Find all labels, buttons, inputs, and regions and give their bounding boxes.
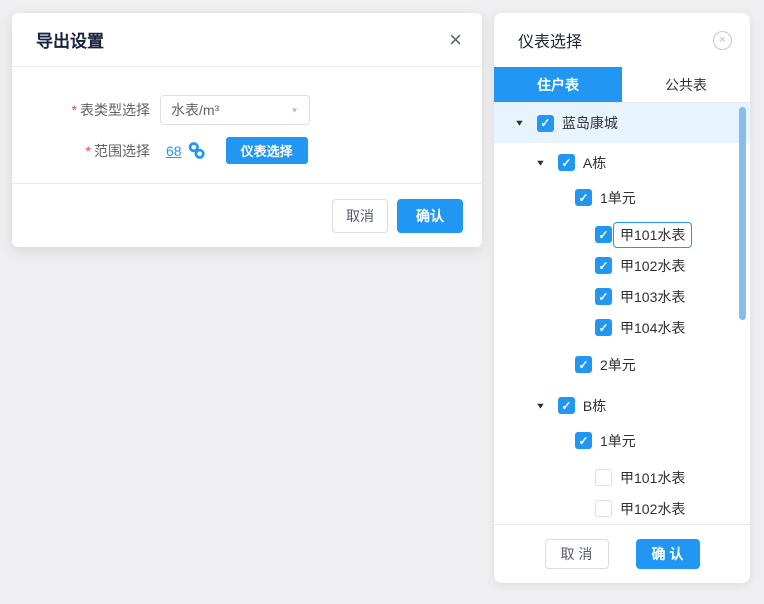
checkbox-checked[interactable]: ✓: [595, 226, 612, 243]
circle-close-icon[interactable]: ×: [713, 31, 732, 50]
checkbox-checked[interactable]: ✓: [575, 432, 592, 449]
export-dialog-footer: 取消 确认: [12, 183, 482, 247]
tree-confirm-button[interactable]: 确 认: [636, 539, 700, 569]
export-dialog-header: 导出设置 ×: [12, 13, 482, 67]
tree-node-label[interactable]: 甲103水表: [620, 290, 685, 304]
required-mark: *: [86, 143, 91, 159]
tree-node-label[interactable]: 甲102水表: [620, 502, 685, 516]
tree-node[interactable]: ✓ 1单元: [494, 425, 750, 456]
tree-node-label[interactable]: 甲104水表: [620, 321, 685, 335]
tree-node[interactable]: ✓ 2单元: [494, 349, 750, 380]
caret-down-icon[interactable]: ▼: [514, 119, 525, 128]
meter-tree-container: ▼✓蓝岛康城▼✓A栋✓1单元✓甲101水表✓甲102水表✓甲103水表✓甲104…: [494, 103, 750, 524]
meter-tabs: 住户表 公共表: [494, 67, 750, 103]
tree-node[interactable]: ✓ 1单元: [494, 182, 750, 213]
tree-node[interactable]: ▼ ✓ 蓝岛康城: [494, 103, 750, 143]
checkbox-checked[interactable]: ✓: [595, 319, 612, 336]
tree-node-label[interactable]: 甲101水表: [620, 471, 685, 485]
checkbox-unchecked[interactable]: [595, 500, 612, 517]
range-select-label: *范围选择: [12, 141, 150, 161]
caret-down-icon[interactable]: ▼: [535, 158, 546, 167]
meter-type-label-text: 表类型选择: [80, 102, 150, 118]
checkbox-unchecked[interactable]: [595, 469, 612, 486]
close-icon[interactable]: ×: [449, 29, 462, 51]
range-select-label-text: 范围选择: [94, 143, 150, 159]
tree-node-label[interactable]: 1单元: [600, 191, 636, 205]
export-settings-dialog: 导出设置 × *表类型选择 水表/m³ ▼ *范围选择 68 仪表选择 取消 确…: [12, 13, 482, 247]
selected-count-link[interactable]: 68: [166, 143, 182, 159]
tree-node[interactable]: 甲102水表: [494, 493, 750, 524]
export-dialog-title: 导出设置: [36, 27, 449, 52]
checkbox-checked[interactable]: ✓: [595, 257, 612, 274]
checkbox-checked[interactable]: ✓: [575, 189, 592, 206]
tree-node-label[interactable]: 2单元: [600, 358, 636, 372]
checkbox-checked[interactable]: ✓: [558, 154, 575, 171]
meter-select-panel: 仪表选择 × 住户表 公共表 ▼✓蓝岛康城▼✓A栋✓1单元✓甲101水表✓甲10…: [494, 13, 750, 583]
tree-node[interactable]: ✓ 甲103水表: [494, 281, 750, 312]
tree-node[interactable]: ▼ ✓ B栋: [494, 390, 750, 421]
tab-resident-meters[interactable]: 住户表: [494, 67, 622, 102]
tree-node[interactable]: ✓ 甲102水表: [494, 250, 750, 281]
tree-node-label[interactable]: 甲102水表: [620, 259, 685, 273]
meter-panel-title: 仪表选择: [518, 28, 713, 52]
tree-node-label[interactable]: B栋: [583, 399, 606, 413]
caret-down-icon[interactable]: ▼: [535, 401, 546, 410]
scrollbar-thumb[interactable]: [739, 107, 746, 320]
confirm-button[interactable]: 确认: [397, 199, 463, 233]
tree-node[interactable]: 甲101水表: [494, 462, 750, 493]
tree-node[interactable]: ▼ ✓ A栋: [494, 147, 750, 178]
tree-node-label[interactable]: A栋: [583, 156, 606, 170]
tree-cancel-button[interactable]: 取 消: [545, 539, 609, 569]
tree-node-label[interactable]: 1单元: [600, 434, 636, 448]
meter-type-row: *表类型选择 水表/m³ ▼: [12, 95, 310, 125]
checkbox-checked[interactable]: ✓: [575, 356, 592, 373]
range-select-row: *范围选择 68 仪表选择: [12, 137, 308, 164]
meter-type-select-value: 水表/m³: [171, 100, 290, 120]
required-mark: *: [72, 102, 77, 118]
tree-node[interactable]: ✓甲101水表: [494, 219, 750, 250]
checkbox-checked[interactable]: ✓: [595, 288, 612, 305]
meter-panel-footer: 取 消 确 认: [494, 524, 750, 583]
tree-node[interactable]: ✓ 甲104水表: [494, 312, 750, 343]
link-icon[interactable]: [187, 141, 206, 160]
open-meter-select-button[interactable]: 仪表选择: [226, 137, 308, 164]
checkbox-checked[interactable]: ✓: [558, 397, 575, 414]
checkbox-checked[interactable]: ✓: [537, 115, 554, 132]
cancel-button[interactable]: 取消: [332, 199, 388, 233]
tree-node-label[interactable]: 甲101水表: [613, 222, 692, 248]
tab-public-meters[interactable]: 公共表: [622, 67, 750, 102]
tree-node-label[interactable]: 蓝岛康城: [562, 116, 618, 130]
meter-type-select[interactable]: 水表/m³ ▼: [160, 95, 310, 125]
chevron-down-icon: ▼: [290, 106, 299, 114]
meter-tree: ▼✓蓝岛康城▼✓A栋✓1单元✓甲101水表✓甲102水表✓甲103水表✓甲104…: [494, 103, 750, 524]
export-dialog-body: *表类型选择 水表/m³ ▼ *范围选择 68 仪表选择: [12, 67, 482, 183]
meter-type-label: *表类型选择: [12, 100, 150, 120]
meter-panel-header: 仪表选择 ×: [494, 13, 750, 67]
